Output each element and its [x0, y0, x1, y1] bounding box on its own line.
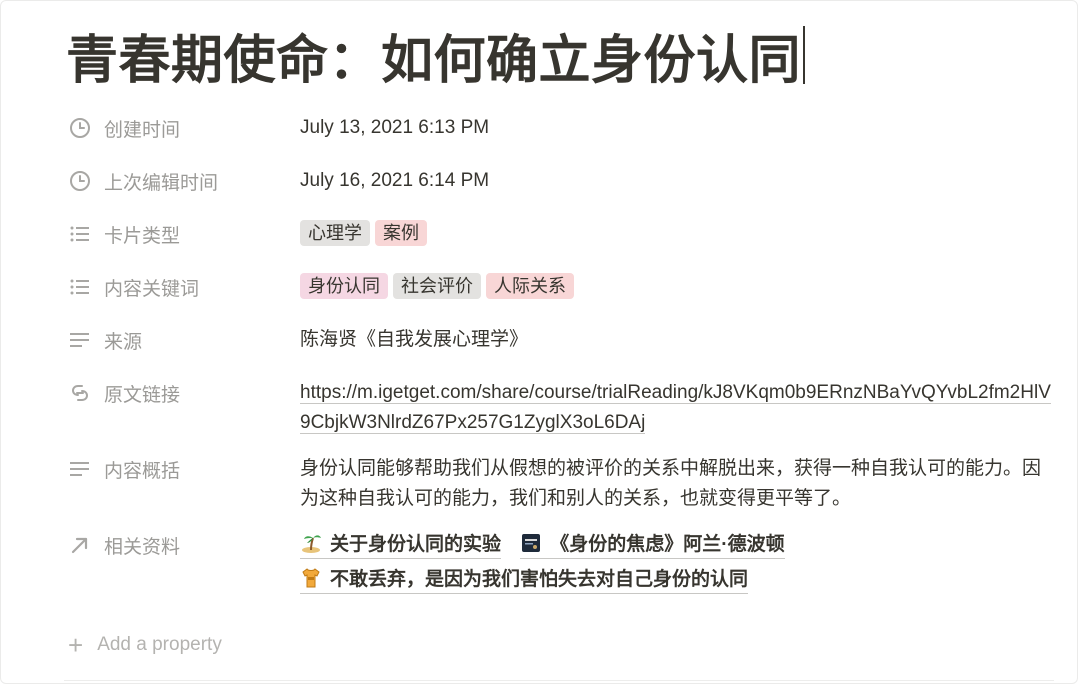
divider — [64, 680, 1054, 681]
shirt-icon — [300, 567, 322, 589]
property-last-edited-time[interactable]: 上次编辑时间 July 16, 2021 6:14 PM — [64, 159, 1054, 203]
add-property-button[interactable]: + Add a property — [68, 632, 222, 658]
property-value-source[interactable]: 陈海贤《自我发展心理学》 — [300, 318, 1054, 355]
property-label-card-type[interactable]: 卡片类型 — [64, 212, 300, 256]
relation-item[interactable]: 关于身份认同的实验 — [300, 532, 502, 559]
property-label-keywords[interactable]: 内容关键词 — [64, 265, 300, 309]
property-label-text: 原文链接 — [104, 384, 181, 406]
property-label-text: 相关资料 — [104, 536, 181, 558]
property-value-edited[interactable]: July 16, 2021 6:14 PM — [300, 159, 1054, 196]
list-icon — [68, 275, 92, 299]
tag-case[interactable]: 案例 — [375, 220, 427, 246]
relation-item[interactable]: 不敢丢弃，是因为我们害怕失去对自己身份的认同 — [300, 567, 749, 594]
property-label-related[interactable]: 相关资料 — [64, 523, 300, 567]
relation-item[interactable]: 《身份的焦虑》阿兰·德波顿 — [520, 532, 785, 559]
property-value-related[interactable]: 关于身份认同的实验 《身份的焦虑》阿兰·德波顿 不敢丢弃，是因为我们害怕失去对自… — [300, 523, 1054, 600]
property-label-text: 来源 — [104, 331, 143, 353]
relation-text: 不敢丢弃，是因为我们害怕失去对自己身份的认同 — [330, 569, 749, 590]
clock-icon — [68, 116, 92, 140]
property-label-text: 创建时间 — [104, 119, 181, 141]
page-title-text: 青春期使命：如何确立身份认同 — [66, 31, 802, 91]
text-caret — [803, 26, 806, 84]
tag-relationships[interactable]: 人际关系 — [486, 273, 574, 299]
text-lines-icon — [68, 457, 92, 481]
add-property-label: Add a property — [97, 634, 222, 655]
tag-identity[interactable]: 身份认同 — [300, 273, 388, 299]
property-link[interactable]: 原文链接 https://m.igetget.com/share/course/… — [64, 371, 1054, 438]
property-summary[interactable]: 内容概括 身份认同能够帮助我们从假想的被评价的关系中解脱出来，获得一种自我认可的… — [64, 447, 1054, 514]
property-value-created[interactable]: July 13, 2021 6:13 PM — [300, 106, 1054, 143]
page-title[interactable]: 青春期使命：如何确立身份认同 — [66, 26, 806, 93]
clock-icon — [68, 169, 92, 193]
property-keywords[interactable]: 内容关键词 身份认同 社会评价 人际关系 — [64, 265, 1054, 309]
list-icon — [68, 222, 92, 246]
property-value-keywords[interactable]: 身份认同 社会评价 人际关系 — [300, 265, 1054, 302]
text-lines-icon — [68, 328, 92, 352]
property-created-time[interactable]: 创建时间 July 13, 2021 6:13 PM — [64, 106, 1054, 150]
property-list: 创建时间 July 13, 2021 6:13 PM 上次编辑时间 July 1… — [64, 106, 1054, 609]
relation-text: 关于身份认同的实验 — [330, 534, 502, 555]
book-cover-icon — [520, 532, 542, 554]
property-label-summary[interactable]: 内容概括 — [64, 447, 300, 491]
tag-social-evaluation[interactable]: 社会评价 — [393, 273, 481, 299]
property-label-text: 上次编辑时间 — [104, 172, 219, 194]
property-source[interactable]: 来源 陈海贤《自我发展心理学》 — [64, 318, 1054, 362]
arrow-up-right-icon — [68, 533, 92, 557]
property-label-text: 内容关键词 — [104, 278, 200, 300]
property-value-summary[interactable]: 身份认同能够帮助我们从假想的被评价的关系中解脱出来，获得一种自我认可的能力。因为… — [300, 447, 1054, 514]
property-related[interactable]: 相关资料 关于身份认同的实验 《身份的焦虑》阿兰·德波顿 不敢丢弃，是因为我们害… — [64, 523, 1054, 600]
link-icon — [68, 381, 92, 405]
property-label-source[interactable]: 来源 — [64, 318, 300, 362]
property-label-created[interactable]: 创建时间 — [64, 106, 300, 150]
property-label-text: 卡片类型 — [104, 225, 181, 247]
island-icon — [300, 532, 322, 554]
property-label-edited[interactable]: 上次编辑时间 — [64, 159, 300, 203]
relation-text: 《身份的焦虑》阿兰·德波顿 — [550, 534, 785, 555]
property-card-type[interactable]: 卡片类型 心理学 案例 — [64, 212, 1054, 256]
property-value-card-type[interactable]: 心理学 案例 — [300, 212, 1054, 249]
url-link[interactable]: https://m.igetget.com/share/course/trial… — [300, 382, 1051, 434]
property-label-text: 内容概括 — [104, 460, 181, 482]
tag-psychology[interactable]: 心理学 — [300, 220, 370, 246]
property-label-link[interactable]: 原文链接 — [64, 371, 300, 415]
plus-icon: + — [68, 630, 84, 660]
property-value-link[interactable]: https://m.igetget.com/share/course/trial… — [300, 371, 1054, 438]
